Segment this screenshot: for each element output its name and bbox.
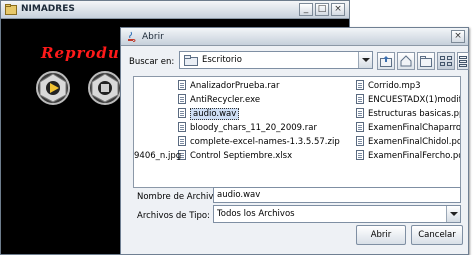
dialog-close-button[interactable]: × <box>451 30 465 43</box>
java-icon <box>128 31 136 42</box>
file-icon <box>356 150 364 160</box>
up-folder-button[interactable] <box>377 52 395 70</box>
close-button[interactable]: × <box>331 3 345 16</box>
file-icon <box>356 136 364 146</box>
look-in-label: Buscar en: <box>129 57 175 67</box>
chevron-down-icon[interactable] <box>358 52 372 68</box>
list-view-icon <box>440 56 452 66</box>
details-view-button[interactable] <box>457 52 469 70</box>
home-button[interactable] <box>397 52 415 70</box>
app-icon <box>5 4 17 15</box>
details-view-icon <box>459 56 467 67</box>
look-in-value: Escritorio <box>202 55 242 65</box>
file-icon <box>178 122 186 132</box>
open-button[interactable]: Abrir <box>356 225 406 245</box>
stop-button[interactable] <box>87 70 123 106</box>
file-icon <box>356 108 364 118</box>
file-item[interactable]: ENCUESTADX(1)modificac <box>356 94 460 107</box>
file-list[interactable]: AnalizadorPrueba.rar AntiRecycler.exe au… <box>133 76 461 188</box>
cancel-button[interactable]: Cancelar <box>411 225 463 245</box>
new-folder-icon <box>420 56 432 67</box>
play-button[interactable] <box>35 70 71 106</box>
desktop-folder-icon <box>184 55 198 66</box>
file-item-selected[interactable]: audio.wav <box>178 108 240 121</box>
file-name-label: Nombre de Archivo: <box>137 192 222 202</box>
file-name-value: audio.wav <box>217 190 261 200</box>
file-item[interactable]: Control Septiembre.xlsx <box>178 150 292 163</box>
file-icon <box>356 94 364 104</box>
file-item[interactable]: ExamenFinalChidol.pdf <box>356 136 460 149</box>
file-item[interactable]: AnalizadorPrueba.rar <box>178 80 280 93</box>
look-in-combo[interactable]: Escritorio <box>179 51 373 69</box>
file-item[interactable]: 9406_n.jpg <box>134 150 181 163</box>
maximize-button[interactable]: □ <box>315 3 329 16</box>
up-folder-icon <box>380 56 392 67</box>
home-icon <box>400 55 412 67</box>
file-icon <box>356 122 364 132</box>
background-window-title: NIMADRES <box>21 4 75 14</box>
minimize-button[interactable]: _ <box>299 3 313 16</box>
background-title-bar[interactable]: NIMADRES _ □ × <box>1 1 349 19</box>
file-type-label: Archivos de Tipo: <box>137 211 210 221</box>
file-type-combo[interactable]: Todos los Archivos <box>213 205 461 223</box>
dialog-title-bar[interactable]: Abrir × <box>121 28 468 46</box>
file-item[interactable]: Estructuras basicas.pps <box>356 108 460 121</box>
file-icon <box>356 80 364 90</box>
chevron-down-icon[interactable] <box>446 206 460 222</box>
file-item[interactable]: bloody_chars_11_20_2009.rar <box>178 122 317 135</box>
dialog-title: Abrir <box>142 32 164 42</box>
file-icon <box>178 136 186 146</box>
file-item[interactable]: ExamenFinalChaparro.pdf <box>356 122 460 135</box>
file-icon <box>178 80 186 90</box>
file-name-input[interactable]: audio.wav <box>213 187 461 203</box>
file-icon <box>178 94 186 104</box>
list-view-button[interactable] <box>437 52 455 70</box>
file-item[interactable]: AntiRecycler.exe <box>178 94 260 107</box>
audio-file-icon <box>178 108 186 118</box>
new-folder-button[interactable] <box>417 52 435 70</box>
file-item[interactable]: complete-excel-names-1.3.5.57.zip <box>178 136 340 149</box>
file-type-value: Todos los Archivos <box>217 209 295 219</box>
open-dialog: Abrir × Buscar en: Escritorio Analizador… <box>120 27 469 255</box>
file-item[interactable]: ExamenFinalFercho.pdf <box>356 150 460 163</box>
file-item[interactable]: Corrido.mp3 <box>356 80 421 93</box>
